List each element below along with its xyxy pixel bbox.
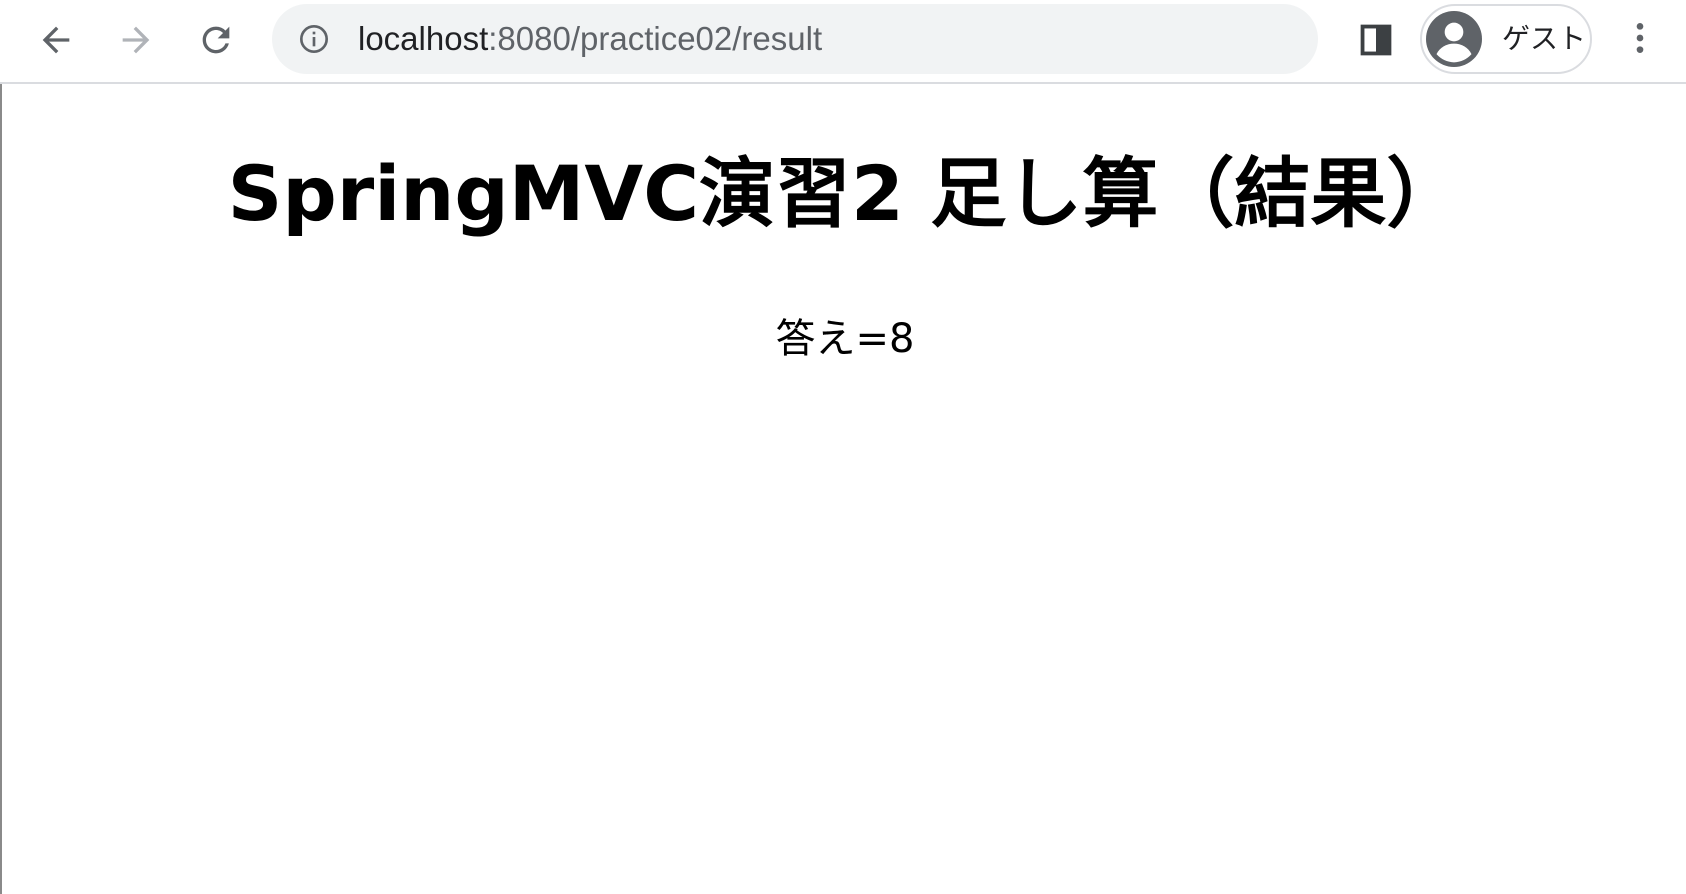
forward-arrow-icon xyxy=(122,26,150,54)
info-icon[interactable] xyxy=(298,23,330,55)
profile-avatar-icon xyxy=(1426,11,1482,67)
address-bar[interactable]: localhost:8080/practice02/result xyxy=(272,4,1318,74)
kebab-menu-icon xyxy=(1636,23,1644,53)
url-path: :8080/practice02/result xyxy=(488,20,823,57)
profile-button[interactable]: ゲスト xyxy=(1420,4,1592,74)
answer-text: 答え=8 xyxy=(775,316,915,362)
side-panel-button[interactable] xyxy=(1352,16,1400,64)
back-arrow-icon xyxy=(42,26,70,54)
profile-label: ゲスト xyxy=(1502,22,1587,55)
url-text[interactable]: localhost:8080/practice02/result xyxy=(358,4,822,74)
page-title: SpringMVC演習2 足し算（結果） xyxy=(227,149,1463,238)
page-content: SpringMVC演習2 足し算（結果） 答え=8 xyxy=(0,84,1686,894)
side-panel-icon xyxy=(1360,24,1392,56)
browser-toolbar: localhost:8080/practice02/result ゲスト xyxy=(0,0,1686,84)
url-host: localhost xyxy=(358,20,489,57)
forward-button[interactable] xyxy=(108,12,164,68)
reload-button[interactable] xyxy=(188,12,244,68)
browser-menu-button[interactable] xyxy=(1616,14,1664,62)
reload-icon xyxy=(202,26,230,54)
back-button[interactable] xyxy=(28,12,84,68)
